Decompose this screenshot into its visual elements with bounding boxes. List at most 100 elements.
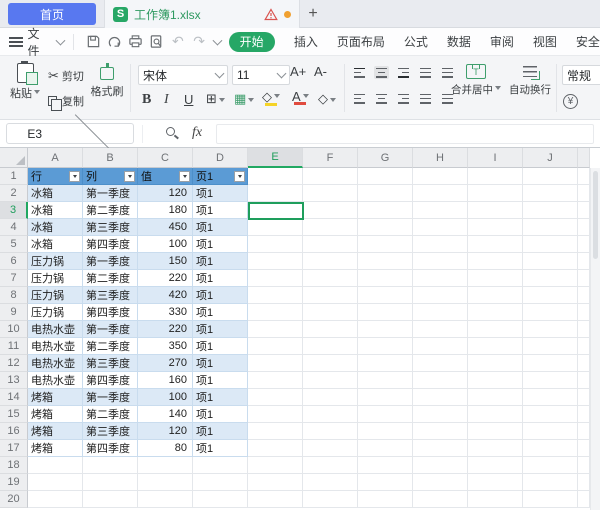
cell-C1[interactable]: 值 — [138, 168, 193, 185]
cell-F20[interactable] — [303, 491, 358, 508]
cell-J11[interactable] — [523, 338, 578, 355]
cell-H18[interactable] — [413, 457, 468, 474]
cell-A11[interactable]: 电热水壶 — [28, 338, 83, 355]
cell-I6[interactable] — [468, 253, 523, 270]
cell-H11[interactable] — [413, 338, 468, 355]
cell-H2[interactable] — [413, 185, 468, 202]
cell-D10[interactable]: 项1 — [193, 321, 248, 338]
align-top-icon[interactable] — [352, 66, 367, 79]
row-header-15[interactable]: 15 — [0, 406, 28, 423]
cell-F16[interactable] — [303, 423, 358, 440]
document-tab[interactable]: S 工作簿1.xlsx — [104, 0, 300, 28]
align-center-icon[interactable] — [374, 92, 389, 105]
cell-H3[interactable] — [413, 202, 468, 219]
select-all-corner[interactable] — [0, 148, 28, 168]
cell-partial-3[interactable] — [578, 202, 590, 219]
cell-E15[interactable] — [248, 406, 303, 423]
cell-A15[interactable]: 烤箱 — [28, 406, 83, 423]
cell-B14[interactable]: 第一季度 — [83, 389, 138, 406]
cell-B20[interactable] — [83, 491, 138, 508]
cell-partial-17[interactable] — [578, 440, 590, 457]
font-color-button[interactable]: A — [292, 89, 309, 105]
cell-D15[interactable]: 项1 — [193, 406, 248, 423]
cell-J20[interactable] — [523, 491, 578, 508]
cell-J2[interactable] — [523, 185, 578, 202]
formula-input[interactable] — [216, 124, 594, 144]
copy-button[interactable]: 复制 — [48, 93, 84, 109]
cell-I7[interactable] — [468, 270, 523, 287]
paste-button[interactable]: 粘贴 — [6, 63, 44, 101]
cell-partial-20[interactable] — [578, 491, 590, 508]
cell-J19[interactable] — [523, 474, 578, 491]
column-header-E[interactable]: E — [248, 148, 303, 168]
cell-J7[interactable] — [523, 270, 578, 287]
hamburger-icon[interactable] — [9, 37, 23, 47]
cell-F17[interactable] — [303, 440, 358, 457]
cell-partial-6[interactable] — [578, 253, 590, 270]
eraser-button[interactable]: ◇ — [318, 91, 336, 107]
cell-C5[interactable]: 100 — [138, 236, 193, 253]
wrap-text-button[interactable]: 自动换行 — [506, 63, 554, 97]
cell-C15[interactable]: 140 — [138, 406, 193, 423]
cell-A1[interactable]: 行 — [28, 168, 83, 185]
cell-G17[interactable] — [358, 440, 413, 457]
row-header-9[interactable]: 9 — [0, 304, 28, 321]
cell-J6[interactable] — [523, 253, 578, 270]
cell-A16[interactable]: 烤箱 — [28, 423, 83, 440]
cell-F18[interactable] — [303, 457, 358, 474]
more-tools-icon[interactable] — [212, 35, 222, 45]
row-header-17[interactable]: 17 — [0, 440, 28, 457]
cell-partial-8[interactable] — [578, 287, 590, 304]
filter-icon[interactable] — [69, 171, 80, 182]
cell-I18[interactable] — [468, 457, 523, 474]
cell-J1[interactable] — [523, 168, 578, 185]
cell-B7[interactable]: 第二季度 — [83, 270, 138, 287]
row-header-10[interactable]: 10 — [0, 321, 28, 338]
cell-G15[interactable] — [358, 406, 413, 423]
cell-F8[interactable] — [303, 287, 358, 304]
row-header-5[interactable]: 5 — [0, 236, 28, 253]
cell-E2[interactable] — [248, 185, 303, 202]
cell-partial-15[interactable] — [578, 406, 590, 423]
cell-F6[interactable] — [303, 253, 358, 270]
cell-D16[interactable]: 项1 — [193, 423, 248, 440]
cell-F5[interactable] — [303, 236, 358, 253]
cell-E16[interactable] — [248, 423, 303, 440]
cell-G13[interactable] — [358, 372, 413, 389]
decrease-indent-icon[interactable] — [418, 66, 433, 79]
cell-I10[interactable] — [468, 321, 523, 338]
cell-C16[interactable]: 120 — [138, 423, 193, 440]
column-header-partial[interactable] — [578, 148, 590, 168]
cell-partial-19[interactable] — [578, 474, 590, 491]
cell-G3[interactable] — [358, 202, 413, 219]
cell-H14[interactable] — [413, 389, 468, 406]
cell-I11[interactable] — [468, 338, 523, 355]
row-header-2[interactable]: 2 — [0, 185, 28, 202]
cell-A13[interactable]: 电热水壶 — [28, 372, 83, 389]
cell-J9[interactable] — [523, 304, 578, 321]
cell-F2[interactable] — [303, 185, 358, 202]
cell-E20[interactable] — [248, 491, 303, 508]
cell-B11[interactable]: 第二季度 — [83, 338, 138, 355]
export-icon[interactable] — [104, 32, 125, 52]
filter-icon[interactable] — [234, 171, 245, 182]
cell-H19[interactable] — [413, 474, 468, 491]
cell-J18[interactable] — [523, 457, 578, 474]
italic-button[interactable]: I — [164, 92, 169, 108]
cell-G10[interactable] — [358, 321, 413, 338]
cell-B15[interactable]: 第二季度 — [83, 406, 138, 423]
cell-A19[interactable] — [28, 474, 83, 491]
cell-C14[interactable]: 100 — [138, 389, 193, 406]
new-tab-button[interactable]: + — [302, 4, 324, 24]
cell-E7[interactable] — [248, 270, 303, 287]
cell-I13[interactable] — [468, 372, 523, 389]
cell-B8[interactable]: 第三季度 — [83, 287, 138, 304]
column-header-C[interactable]: C — [138, 148, 193, 168]
cell-H16[interactable] — [413, 423, 468, 440]
cell-J13[interactable] — [523, 372, 578, 389]
cell-E5[interactable] — [248, 236, 303, 253]
column-header-A[interactable]: A — [28, 148, 83, 168]
tab-formulas[interactable]: 公式 — [404, 33, 428, 50]
cell-E10[interactable] — [248, 321, 303, 338]
cell-B2[interactable]: 第一季度 — [83, 185, 138, 202]
